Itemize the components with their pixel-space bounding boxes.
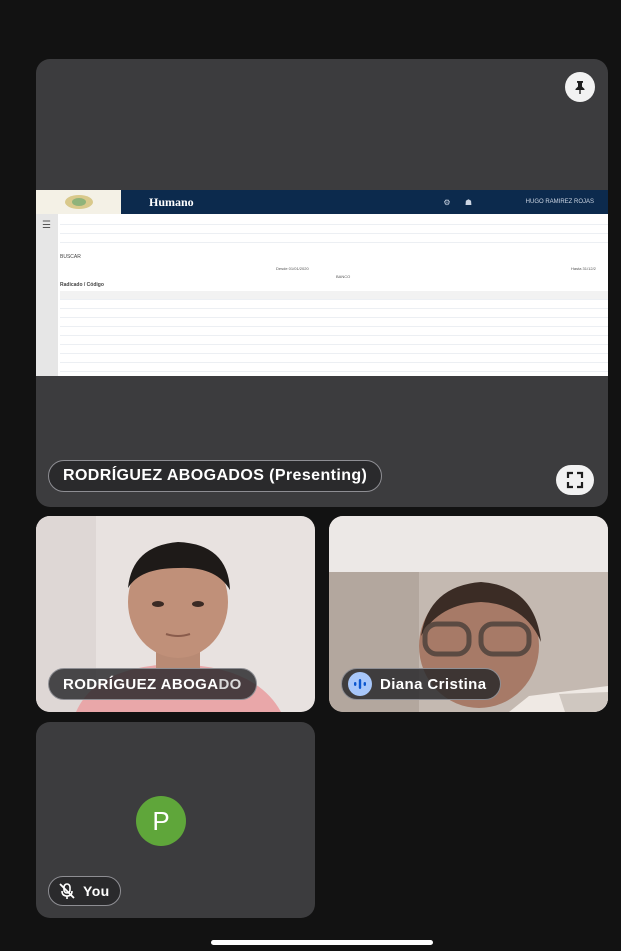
shared-screen: Humano ⚙ ☗ HUGO RAMIREZ ROJAS ☰ BUSCAR D… xyxy=(36,190,608,376)
fullscreen-icon xyxy=(566,471,584,489)
participant-name-overflow: DO xyxy=(218,675,242,693)
self-avatar: P xyxy=(136,796,186,846)
shared-date-to: Hasta 31/12/2 xyxy=(571,266,596,271)
shared-app-logo xyxy=(36,190,121,214)
shared-search-link: BUSCAR xyxy=(60,254,81,260)
shared-table-caption: BANCO xyxy=(336,274,351,279)
participant-tile-rodriguez[interactable]: RODRÍGUEZ ABOGA DO xyxy=(36,516,315,712)
pin-button[interactable] xyxy=(565,72,595,102)
presenter-tile[interactable]: Humano ⚙ ☗ HUGO RAMIREZ ROJAS ☰ BUSCAR D… xyxy=(36,59,608,507)
shared-app-body: ☰ BUSCAR Desde 01/01/2020 Hasta 31/12/2 … xyxy=(36,214,608,376)
participant-name-text: RODRÍGUEZ ABOGA xyxy=(63,675,219,693)
shared-section-title: Radicado / Código xyxy=(60,282,104,288)
pin-icon xyxy=(575,81,585,94)
participant-tile-diana[interactable]: Diana Cristina xyxy=(329,516,608,712)
shared-app-sidebar: ☰ xyxy=(36,214,58,376)
shared-app-header: Humano ⚙ ☗ HUGO RAMIREZ ROJAS xyxy=(36,190,608,214)
participant-name-label: RODRÍGUEZ ABOGA DO xyxy=(48,668,257,700)
mic-off-icon xyxy=(59,883,75,899)
shared-app-user: HUGO RAMIREZ ROJAS xyxy=(525,199,594,205)
presenter-name-label: RODRÍGUEZ ABOGADOS (Presenting) xyxy=(48,460,383,492)
self-name-label: You xyxy=(48,876,121,906)
fullscreen-button[interactable] xyxy=(556,465,594,495)
audio-speaking-icon xyxy=(348,672,372,696)
shared-app-icons: ⚙ ☗ xyxy=(443,197,478,207)
participant-name-text: Diana Cristina xyxy=(380,675,487,693)
shared-app-brand: Humano xyxy=(149,194,194,209)
home-indicator[interactable] xyxy=(211,940,433,945)
self-view-tile[interactable]: P You xyxy=(36,722,315,918)
menu-icon: ☰ xyxy=(42,220,51,231)
shared-date-from: Desde 01/01/2020 xyxy=(276,266,309,271)
self-label-text: You xyxy=(83,883,110,899)
participant-name-label: Diana Cristina xyxy=(341,668,502,700)
